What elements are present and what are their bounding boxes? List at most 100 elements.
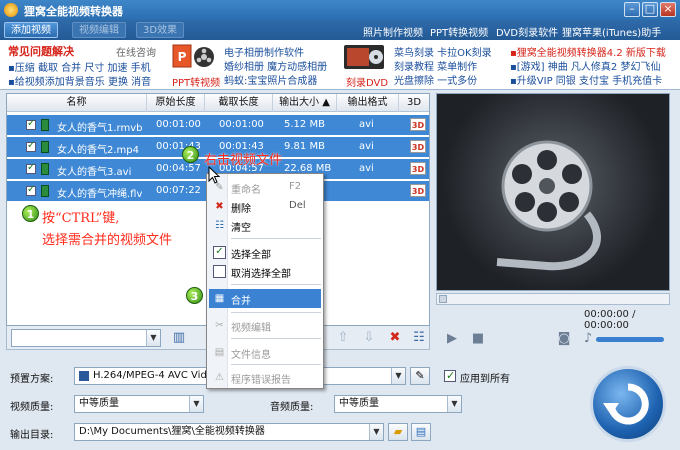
- output-dir-field[interactable]: D:\My Documents\狸窝\全能视频转换器 ▼: [74, 423, 384, 441]
- delete-icon[interactable]: ✖: [387, 330, 403, 346]
- file-checkbox[interactable]: [26, 184, 36, 196]
- dvd-burn-label[interactable]: 刻录DVD: [346, 74, 388, 89]
- album-link-2[interactable]: 婚纱相册 魔方动感相册: [224, 58, 327, 73]
- time-display: 00:00:00 / 00:00:00: [584, 309, 636, 331]
- menu-item-select-all[interactable]: ✓ 选择全部: [209, 243, 321, 262]
- dvd-link-1[interactable]: 菜鸟刻录 卡拉OK刻录: [394, 44, 492, 59]
- faq-line-1[interactable]: ▪压缩 截取 合并 尺寸 加速 手机: [8, 59, 151, 74]
- file-original-length: 00:04:57: [156, 163, 201, 174]
- ppt-video-icon[interactable]: P: [172, 44, 216, 74]
- context-menu: ✎ 重命名 F2 ✖ 删除 Del ☷ 清空 ✓ 选择全部 取消选择全部 ▦ 合…: [206, 173, 324, 389]
- menu-item-clear[interactable]: ☷ 清空: [209, 216, 321, 235]
- audio-quality-select[interactable]: 中等质量 ▼: [334, 395, 462, 413]
- file-row[interactable]: 女人的香气1.rmvb 00:01:00 00:01:00 5.12 MB av…: [7, 115, 429, 135]
- menu-item-label: 视频编辑: [231, 323, 271, 334]
- chevron-down-icon: ▼: [189, 396, 203, 412]
- 3d-effect-icon[interactable]: 3D: [410, 162, 426, 175]
- video-file-icon: [41, 119, 49, 131]
- file-name: 女人的香气3.avi: [57, 167, 132, 178]
- dvd-link-3[interactable]: 光盘擦除 一式多份: [394, 72, 477, 87]
- file-checkbox[interactable]: [26, 162, 36, 174]
- play-icon[interactable]: ▶: [444, 331, 460, 347]
- album-link-1[interactable]: 电子相册制作软件: [224, 44, 304, 59]
- menu-item-label: 删除: [231, 204, 251, 215]
- album-link-3[interactable]: 蚂蚁:宝宝照片合成器: [224, 72, 317, 87]
- camera-icon[interactable]: ◙: [556, 331, 572, 347]
- menu-item-file-info[interactable]: ▤ 文件信息: [209, 343, 321, 362]
- volume-slider[interactable]: [596, 337, 664, 342]
- menu-item-video-edit[interactable]: ✂ 视频编辑: [209, 316, 321, 335]
- dvd-burn-icon[interactable]: [342, 43, 386, 73]
- maximize-button[interactable]: □: [642, 2, 658, 17]
- menu-item-delete[interactable]: ✖ 删除 Del: [209, 197, 321, 216]
- open-folder-icon[interactable]: ▤: [411, 423, 431, 441]
- faq-line-2[interactable]: ▪给视频添加背景音乐 更换 消音: [8, 73, 151, 88]
- menu-item-error-report[interactable]: ⚠ 程序错误报告: [209, 368, 321, 387]
- volume-icon[interactable]: ♪: [580, 331, 596, 347]
- col-3d[interactable]: 3D: [399, 94, 429, 112]
- 3d-effect-icon[interactable]: 3D: [410, 118, 426, 131]
- video-quality-select[interactable]: 中等质量 ▼: [74, 395, 204, 413]
- news-link-2[interactable]: ▪[游戏] 神曲 凡人修真2 梦幻飞仙: [510, 58, 660, 73]
- link-itunes-helper[interactable]: 狸窝苹果(iTunes)助手: [562, 24, 661, 39]
- menu-separator: [231, 284, 321, 285]
- move-up-icon[interactable]: ⇧: [335, 330, 351, 346]
- col-output-size[interactable]: 输出大小 ▲: [273, 94, 337, 112]
- stop-icon[interactable]: ■: [470, 331, 486, 347]
- close-button[interactable]: ×: [660, 2, 676, 17]
- news-link-3[interactable]: ▪升级VIP 同银 支付宝 手机充值卡: [510, 72, 662, 87]
- col-output-format[interactable]: 输出格式: [337, 94, 399, 112]
- video-quality-label: 视频质量:: [10, 402, 54, 413]
- preset-label: 预置方案:: [10, 374, 54, 385]
- seek-bar[interactable]: [436, 293, 670, 305]
- online-help-link[interactable]: 在线咨询: [116, 44, 156, 59]
- tab-video-edit[interactable]: 视频编辑: [72, 22, 126, 38]
- file-checkbox[interactable]: [26, 118, 36, 130]
- faq-title[interactable]: 常见问题解决: [8, 43, 74, 59]
- audio-track-icon[interactable]: ▥: [171, 330, 187, 346]
- col-cut-length[interactable]: 截取长度: [205, 94, 273, 112]
- menu-item-deselect-all[interactable]: 取消选择全部: [209, 262, 321, 281]
- chevron-down-icon: ▼: [146, 330, 160, 346]
- output-dir-value: D:\My Documents\狸窝\全能视频转换器: [79, 426, 265, 437]
- minimize-button[interactable]: –: [624, 2, 640, 17]
- menu-separator: [231, 364, 321, 365]
- apply-all-label: 应用到所有: [460, 374, 510, 385]
- tab-add-video[interactable]: 添加视频: [4, 22, 58, 38]
- move-down-icon[interactable]: ⇩: [361, 330, 377, 346]
- apply-all-checkbox[interactable]: ✓: [444, 369, 456, 382]
- file-output-format: avi: [359, 141, 374, 152]
- convert-button[interactable]: [590, 366, 666, 442]
- subtitle-select[interactable]: ▼: [11, 329, 161, 347]
- menu-item-merge[interactable]: ▦ 合并: [209, 289, 321, 308]
- menu-item-rename[interactable]: ✎ 重命名 F2: [209, 178, 321, 197]
- chevron-down-icon: ▼: [447, 396, 461, 412]
- video-quality-value: 中等质量: [79, 398, 119, 409]
- ppt-video-label[interactable]: PPT转视频: [172, 74, 220, 89]
- menu-item-shortcut: F2: [289, 181, 302, 192]
- settings-icon[interactable]: ✎: [410, 367, 430, 385]
- video-file-icon: [41, 163, 49, 175]
- warning-icon: ⚠: [215, 372, 224, 383]
- seek-handle[interactable]: [439, 295, 447, 303]
- link-dvd-burn[interactable]: DVD刻录软件: [496, 24, 558, 39]
- file-checkbox[interactable]: [26, 140, 36, 152]
- menu-item-label: 文件信息: [231, 350, 271, 361]
- col-name[interactable]: 名称: [7, 94, 147, 112]
- news-link-1[interactable]: ▪狸窝全能视频转换器4.2 新版下载: [510, 44, 666, 59]
- video-file-icon: [41, 185, 49, 197]
- chevron-down-icon: ▼: [391, 368, 405, 384]
- file-info-icon: ▤: [214, 347, 225, 358]
- link-photo-video[interactable]: 照片制作视频: [363, 24, 423, 39]
- 3d-effect-icon[interactable]: 3D: [410, 184, 426, 197]
- link-ppt-video[interactable]: PPT转换视频: [430, 24, 488, 39]
- menu-separator: [231, 238, 321, 239]
- folder-icon[interactable]: ▰: [388, 423, 408, 441]
- col-original-length[interactable]: 原始长度: [147, 94, 205, 112]
- clear-list-icon[interactable]: ☷: [411, 330, 427, 346]
- dvd-link-2[interactable]: 刻录教程 菜单制作: [394, 58, 477, 73]
- step-1-line-2: 选择需合并的视频文件: [42, 233, 173, 248]
- step-3-badge: 3: [186, 287, 203, 304]
- 3d-effect-icon[interactable]: 3D: [410, 140, 426, 153]
- tab-3d-effect[interactable]: 3D效果: [136, 22, 185, 38]
